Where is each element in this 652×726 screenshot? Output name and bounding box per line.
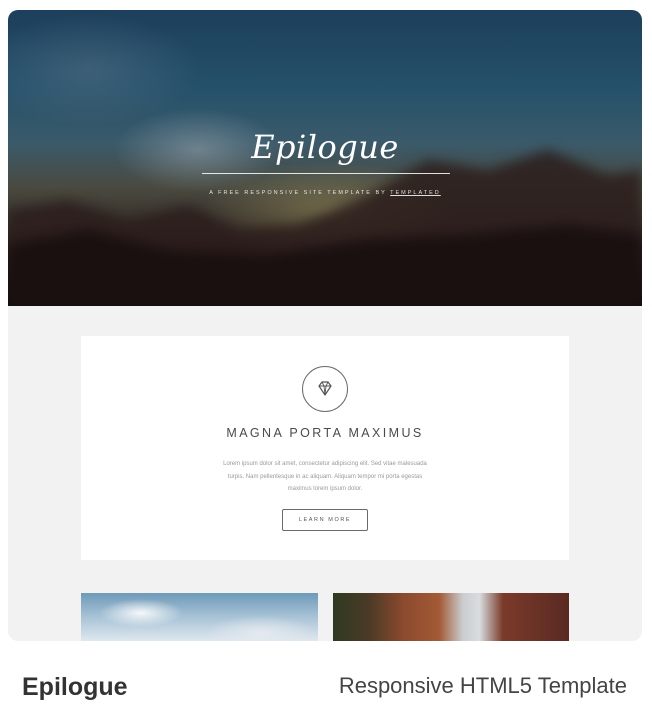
template-description: Responsive HTML5 Template bbox=[338, 673, 627, 698]
feature-title: MAGNA PORTA MAXIMUS bbox=[226, 426, 424, 440]
hero-banner: Epilogue A FREE RESPONSIVE SITE TEMPLATE… bbox=[8, 10, 642, 306]
template-preview-card[interactable]: Epilogue A FREE RESPONSIVE SITE TEMPLATE… bbox=[8, 10, 642, 641]
hero-subtitle-text: A FREE RESPONSIVE SITE TEMPLATE BY bbox=[209, 190, 391, 196]
diamond-icon bbox=[302, 366, 348, 412]
templated-link[interactable]: TEMPLATED bbox=[390, 190, 441, 196]
learn-more-button[interactable]: LEARN MORE bbox=[282, 509, 368, 531]
alley-thumbnail-image bbox=[333, 593, 569, 641]
feature-box: MAGNA PORTA MAXIMUS Lorem ipsum dolor si… bbox=[81, 336, 569, 560]
hero-title: Epilogue bbox=[251, 128, 399, 166]
feature-body-text: Lorem ipsum dolor sit amet, consectetur … bbox=[223, 461, 427, 492]
hero-subtitle: A FREE RESPONSIVE SITE TEMPLATE BY TEMPL… bbox=[8, 190, 642, 196]
caption-bar: Epilogue Responsive HTML5 Template bbox=[0, 641, 652, 726]
template-name[interactable]: Epilogue bbox=[22, 673, 128, 702]
hero-divider bbox=[202, 173, 450, 174]
sky-thumbnail-image bbox=[81, 593, 318, 641]
